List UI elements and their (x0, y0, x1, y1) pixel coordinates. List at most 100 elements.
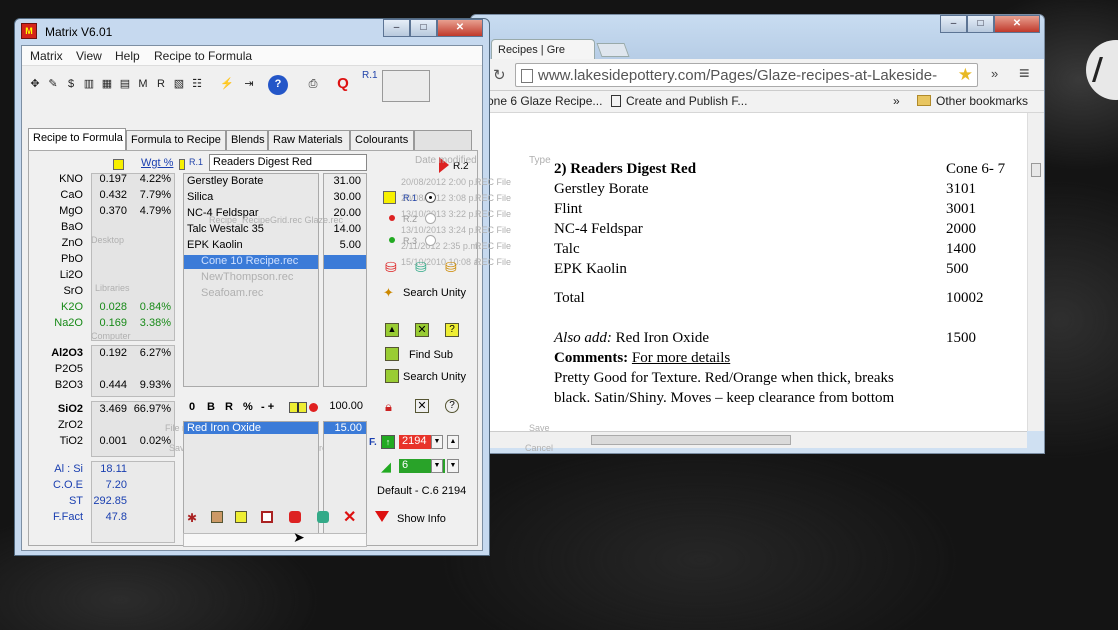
browser-tab[interactable]: Recipes | Gre (491, 39, 595, 61)
menu-matrix[interactable]: Matrix (30, 49, 63, 63)
red-dot-icon[interactable] (309, 403, 318, 412)
selected-empty-qty[interactable] (324, 255, 366, 269)
tab-colourants[interactable]: Colourants (350, 130, 414, 150)
cone-dropdown-arrow[interactable]: ▼ (431, 459, 443, 473)
hand-icon[interactable] (211, 511, 223, 523)
delete-icon[interactable]: ✕ (343, 507, 356, 527)
material-qty[interactable]: 30.00 (325, 191, 361, 203)
minimize-button[interactable]: – (383, 19, 410, 37)
maximize-button[interactable]: □ (967, 15, 994, 33)
zero-button[interactable]: 0 (189, 401, 195, 413)
bookmark-item[interactable]: one 6 Glaze Recipe... (487, 94, 602, 108)
grid-icon[interactable]: ▦ (98, 75, 116, 93)
menu-view[interactable]: View (76, 49, 102, 63)
tab-extra[interactable] (414, 130, 472, 150)
vertical-scrollbar[interactable] (1027, 113, 1044, 431)
f-value-select[interactable]: 2194 (399, 435, 431, 449)
recipe-icon[interactable]: R (152, 75, 170, 93)
f-spin-arrow[interactable]: ▲ (447, 435, 459, 449)
x-square-icon[interactable]: ✕ (415, 399, 429, 413)
move-icon[interactable]: ✥ (26, 75, 44, 93)
radio-r1[interactable] (425, 192, 436, 203)
find-sub-icon[interactable] (385, 347, 399, 361)
frame-icon[interactable] (261, 511, 273, 523)
bucket-multi-icon[interactable]: ⛁ (415, 259, 427, 276)
horizontal-scrollbar[interactable] (471, 431, 1027, 448)
oxide-label: C.O.E (53, 479, 83, 491)
scroll-thumb[interactable] (1031, 163, 1041, 177)
r-button[interactable]: R (225, 401, 233, 413)
cone-spin-arrow[interactable]: ▼ (447, 459, 459, 473)
search-unity-2-icon[interactable] (385, 369, 399, 383)
tab-blends[interactable]: Blends (226, 130, 268, 150)
pencil-icon[interactable]: ✎ (44, 75, 62, 93)
red-bucket-icon[interactable] (289, 511, 301, 523)
details-link[interactable]: For more details (632, 350, 730, 366)
export-icon[interactable]: ⇥ (240, 75, 258, 93)
lightning-icon[interactable]: ⚡ (218, 75, 236, 93)
search-unity-icon[interactable]: ✦ (383, 285, 394, 301)
bucket-red-icon[interactable]: ⛁ (385, 259, 397, 276)
lock-icon[interactable]: 🔒︎ (385, 399, 392, 415)
question-circle-icon[interactable]: ? (445, 399, 459, 413)
bug-icon[interactable]: ✱ (187, 511, 197, 525)
printer-icon[interactable]: ⎙ (304, 75, 322, 93)
percent-button[interactable]: % (243, 401, 253, 413)
plus-minus-button[interactable]: - + (261, 401, 274, 413)
barcode-icon[interactable]: ▥ (80, 75, 98, 93)
menu-help[interactable]: Help (115, 49, 140, 63)
radio-r3[interactable] (425, 235, 436, 246)
material-qty[interactable]: 31.00 (325, 175, 361, 187)
additive-row[interactable]: Red Iron Oxide (184, 422, 318, 434)
address-bar[interactable]: www.lakesidepottery.com/Pages/Glaze-reci… (515, 63, 978, 87)
f-up-icon[interactable]: ↑ (381, 435, 395, 449)
help-icon[interactable]: ? (268, 75, 288, 95)
bookmarks-overflow[interactable]: » (893, 94, 900, 108)
reload-icon[interactable]: ↻ (493, 66, 506, 84)
tab-formula-to-recipe[interactable]: Formula to Recipe (126, 130, 226, 150)
q-icon[interactable]: Q (334, 75, 352, 93)
material-row[interactable]: Gerstley Borate (187, 175, 263, 187)
material-qty[interactable]: 5.00 (325, 239, 361, 251)
additive-qty[interactable]: 15.00 (324, 422, 366, 434)
close-button[interactable]: ✕ (994, 15, 1040, 33)
bookmark-item[interactable]: Create and Publish F... (611, 94, 747, 108)
hscroll-thumb[interactable] (591, 435, 791, 445)
close-button[interactable]: ✕ (437, 19, 483, 37)
tab-raw-materials[interactable]: Raw Materials (268, 130, 350, 150)
material-row[interactable]: Silica (187, 191, 213, 203)
clipboard-icon[interactable]: ▧ (170, 75, 188, 93)
material-row[interactable]: EPK Kaolin (187, 239, 243, 251)
flask-x-icon[interactable]: ✕ (415, 323, 429, 337)
maximize-button[interactable]: □ (410, 19, 437, 37)
menu-icon[interactable]: ≡ (1019, 63, 1030, 84)
note-icon[interactable] (235, 511, 247, 523)
tab-recipe-to-formula[interactable]: Recipe to Formula (28, 128, 126, 150)
extensions-overflow-icon[interactable]: » (991, 66, 998, 81)
list-icon[interactable]: ☷ (188, 75, 206, 93)
bucket-rainbow-icon[interactable]: ⛁ (445, 259, 457, 276)
bold-button[interactable]: B (207, 401, 215, 413)
f-dropdown-arrow[interactable]: ▼ (431, 435, 443, 449)
search-unity-2-button[interactable]: Search Unity (403, 371, 466, 383)
minimize-button[interactable]: – (940, 15, 967, 33)
radio-r2[interactable] (425, 213, 436, 224)
show-info-button[interactable]: Show Info (397, 513, 446, 525)
search-unity-button[interactable]: Search Unity (403, 287, 466, 299)
calculator-icon[interactable]: ▤ (116, 75, 134, 93)
show-info-arrow-icon[interactable] (375, 511, 389, 522)
menu-recipe-to-formula[interactable]: Recipe to Formula (154, 49, 252, 63)
flask-icon[interactable]: ▲ (385, 323, 399, 337)
molecular-icon[interactable]: M (134, 75, 152, 93)
quantities-list[interactable] (323, 173, 367, 387)
slider-toggle-icon[interactable] (289, 402, 307, 413)
find-sub-button[interactable]: Find Sub (409, 349, 453, 361)
price-icon[interactable]: $ (62, 75, 80, 93)
wgt-label[interactable]: Wgt % (141, 157, 173, 169)
new-tab-button[interactable] (596, 43, 630, 57)
green-bucket-icon[interactable] (317, 511, 329, 523)
bookmark-star-icon[interactable]: ★ (958, 65, 973, 85)
flask-question-icon[interactable]: ? (445, 323, 459, 337)
recipe-name-field[interactable]: Readers Digest Red (209, 154, 367, 171)
other-bookmarks[interactable]: Other bookmarks (917, 94, 1028, 108)
